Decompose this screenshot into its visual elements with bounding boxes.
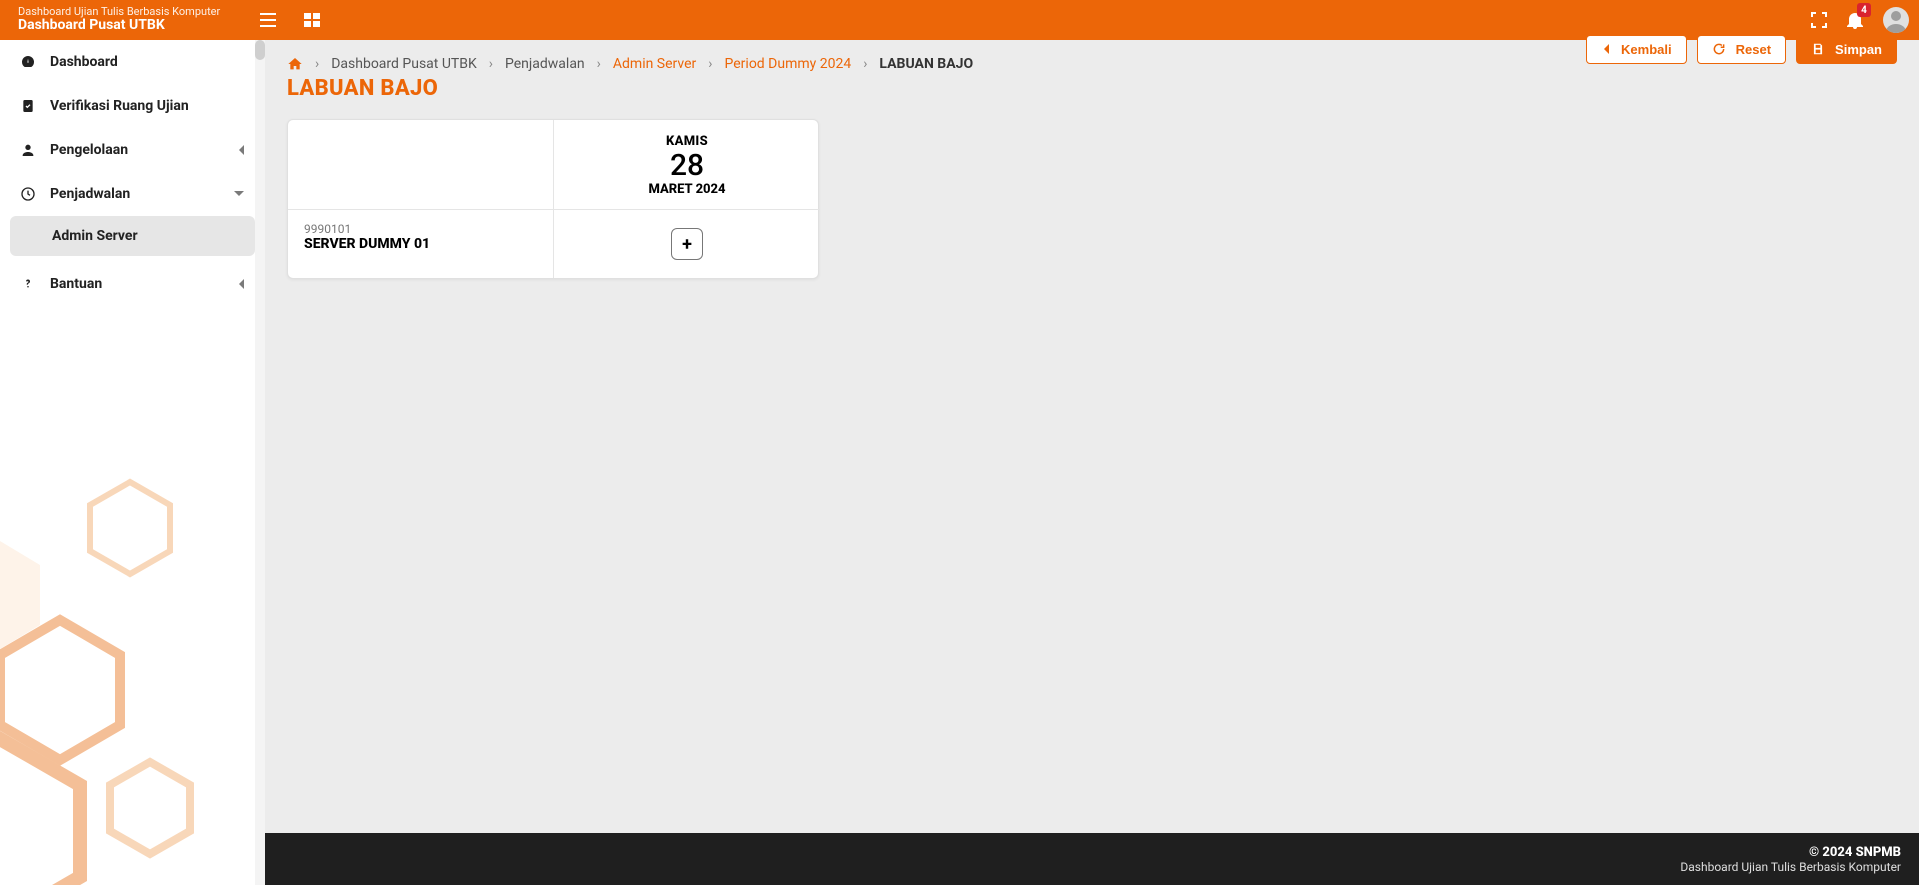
button-label: Kembali — [1621, 42, 1672, 57]
sidebar-item-label: Verifikasi Ruang Ujian — [50, 98, 189, 114]
clipboard-check-icon — [20, 98, 36, 114]
date-day: KAMIS — [554, 134, 820, 149]
chevron-right-icon: › — [597, 56, 601, 72]
home-icon[interactable] — [287, 56, 303, 72]
sidebar-item-pengelolaan[interactable]: Pengelolaan — [0, 128, 265, 172]
sidebar-subitem-adminserver[interactable]: Admin Server — [10, 216, 255, 256]
plus-icon: + — [682, 234, 692, 255]
button-label: Simpan — [1835, 42, 1882, 57]
footer-copyright: © 2024 SNPMB — [1809, 845, 1901, 860]
chevron-right-icon: › — [315, 56, 319, 72]
footer: © 2024 SNPMB Dashboard Ujian Tulis Berba… — [265, 833, 1919, 885]
fullscreen-icon[interactable] — [1811, 12, 1827, 28]
sidebar-scrollbar[interactable] — [255, 40, 265, 885]
save-icon — [1811, 42, 1825, 56]
breadcrumb-item-link[interactable]: Admin Server — [613, 56, 696, 72]
footer-subtitle: Dashboard Ujian Tulis Berbasis Komputer — [1680, 860, 1901, 874]
sidebar-item-label: Dashboard — [50, 54, 118, 70]
page-actions: Kembali Reset Simpan — [1586, 35, 1897, 64]
gauge-icon — [20, 54, 36, 70]
date-num: 28 — [554, 149, 820, 182]
schedule-card: KAMIS 28 MARET 2024 9990101 SERVER DUMMY… — [287, 119, 819, 279]
breadcrumb-item-active: LABUAN BAJO — [879, 56, 973, 72]
schedule-empty-head — [288, 120, 554, 210]
user-manage-icon — [20, 142, 36, 158]
breadcrumb: › Dashboard Pusat UTBK › Penjadwalan › A… — [287, 56, 1897, 72]
grid-apps-icon[interactable] — [304, 13, 320, 27]
schedule-date-head: KAMIS 28 MARET 2024 — [554, 120, 820, 210]
sidebar-item-verifikasi[interactable]: Verifikasi Ruang Ujian — [0, 84, 265, 128]
sidebar: Dashboard Verifikasi Ruang Ujian Pengelo… — [0, 40, 265, 885]
question-icon — [20, 276, 36, 292]
breadcrumb-item-link[interactable]: Period Dummy 2024 — [725, 56, 852, 72]
sidebar-item-dashboard[interactable]: Dashboard — [0, 40, 265, 84]
sidebar-item-label: Admin Server — [52, 228, 138, 244]
page-title: LABUAN BAJO — [287, 76, 438, 101]
back-button[interactable]: Kembali — [1586, 35, 1687, 64]
reset-button[interactable]: Reset — [1697, 35, 1786, 64]
chevron-down-icon — [233, 190, 245, 198]
notification-badge: 4 — [1857, 3, 1871, 17]
sidebar-item-penjadwalan[interactable]: Penjadwalan — [0, 172, 265, 216]
date-monthyear: MARET 2024 — [554, 182, 820, 197]
chevron-left-icon — [237, 278, 245, 290]
server-name: SERVER DUMMY 01 — [304, 236, 537, 252]
menu-toggle-icon[interactable] — [260, 13, 276, 27]
breadcrumb-item: Penjadwalan — [505, 56, 585, 72]
add-button[interactable]: + — [671, 228, 703, 260]
schedule-add-cell: + — [554, 210, 820, 278]
refresh-icon — [1712, 42, 1726, 56]
chevron-left-icon — [1601, 43, 1611, 55]
sidebar-item-label: Bantuan — [50, 276, 102, 292]
sidebar-item-label: Pengelolaan — [50, 142, 128, 158]
brand: Dashboard Ujian Tulis Berbasis Komputer … — [0, 6, 220, 33]
sidebar-item-label: Penjadwalan — [50, 186, 130, 202]
chevron-left-icon — [237, 144, 245, 156]
main: › Dashboard Pusat UTBK › Penjadwalan › A… — [265, 40, 1919, 885]
chevron-right-icon: › — [863, 56, 867, 72]
server-id: 9990101 — [304, 222, 537, 236]
schedule-server-cell: 9990101 SERVER DUMMY 01 — [288, 210, 554, 278]
breadcrumb-item: Dashboard Pusat UTBK — [331, 56, 477, 72]
sidebar-item-bantuan[interactable]: Bantuan — [0, 262, 265, 306]
clock-icon — [20, 186, 36, 202]
save-button[interactable]: Simpan — [1796, 35, 1897, 64]
notifications-icon[interactable]: 4 — [1847, 11, 1863, 29]
chevron-right-icon: › — [489, 56, 493, 72]
chevron-right-icon: › — [708, 56, 712, 72]
decorative-hex-icon — [0, 305, 260, 885]
brand-title: Dashboard Pusat UTBK — [18, 18, 220, 33]
button-label: Reset — [1736, 42, 1771, 57]
user-avatar[interactable] — [1883, 7, 1909, 33]
brand-subtitle: Dashboard Ujian Tulis Berbasis Komputer — [18, 6, 220, 18]
